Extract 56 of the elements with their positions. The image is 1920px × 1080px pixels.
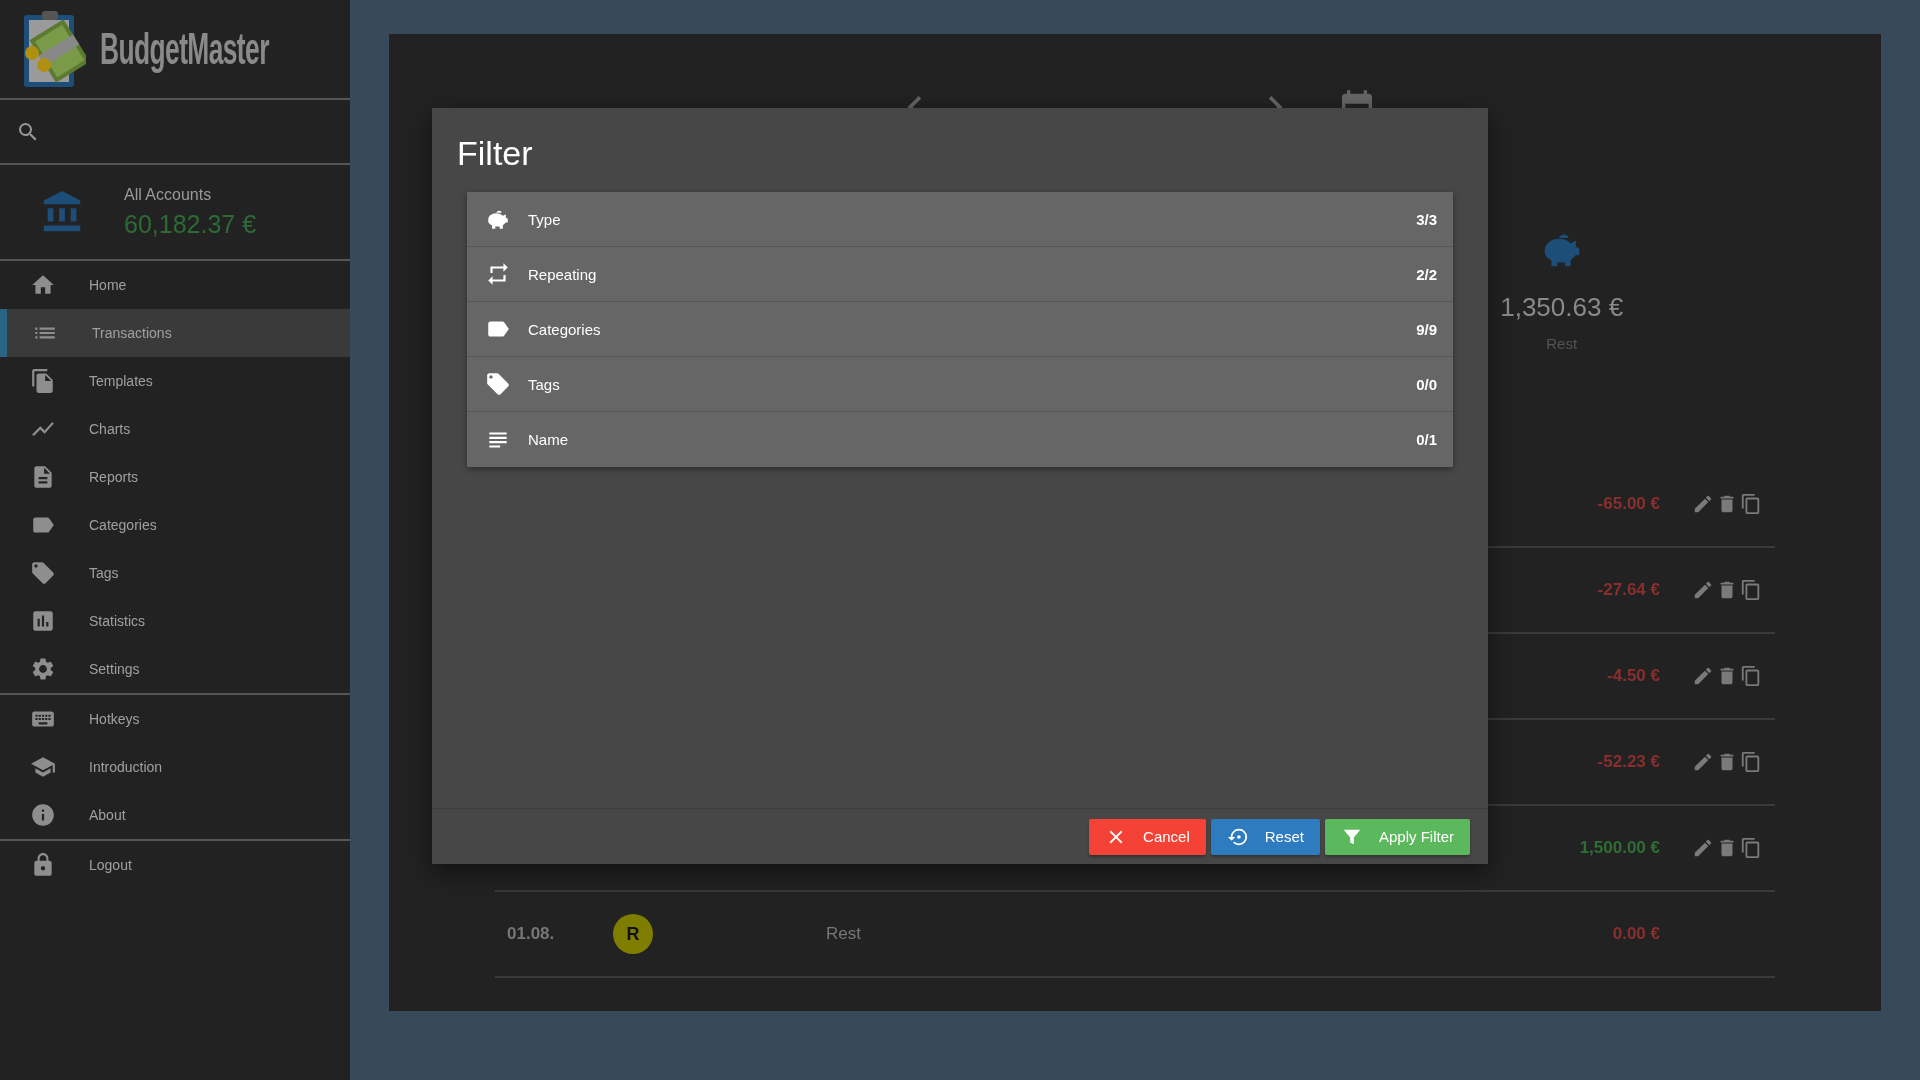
app-name: BudgetMaster: [100, 24, 269, 74]
copy-icon[interactable]: [1740, 665, 1762, 687]
amount-text: 0.00 €: [1612, 924, 1660, 944]
category-circle: R: [613, 914, 653, 954]
copy-icon[interactable]: [1740, 579, 1762, 601]
amount-text: -52.23 €: [1597, 752, 1660, 772]
nav-item[interactable]: Home: [0, 261, 350, 309]
filter-row[interactable]: Tags 0/0: [467, 357, 1453, 412]
reset-button[interactable]: Reset: [1210, 818, 1320, 855]
nav-item[interactable]: Statistics: [0, 597, 350, 645]
filter-row[interactable]: Type 3/3: [467, 192, 1453, 247]
repeat-icon: [485, 261, 511, 287]
rest-amount: 1,350.63 €: [1500, 292, 1624, 323]
account-balance: 60,182.37 €: [124, 209, 257, 239]
nav-item[interactable]: Introduction: [0, 743, 350, 791]
nav-item[interactable]: Logout: [0, 841, 350, 889]
amount-text: -27.64 €: [1597, 580, 1660, 600]
nav-item[interactable]: Templates: [0, 357, 350, 405]
filter-count: 3/3: [1416, 210, 1437, 228]
nav-item[interactable]: Tags: [0, 549, 350, 597]
edit-icon[interactable]: [1692, 665, 1714, 687]
copy-icon[interactable]: [1740, 751, 1762, 773]
transaction-name: Rest: [826, 924, 862, 944]
copy-icon[interactable]: [1740, 493, 1762, 515]
filter-count: 0/0: [1416, 375, 1437, 393]
info-icon: [30, 802, 56, 828]
filter-row[interactable]: Repeating 2/2: [467, 247, 1453, 302]
tag-icon: [485, 371, 511, 397]
amount-text: 1,500.00 €: [1579, 838, 1660, 858]
filter-count: 0/1: [1416, 431, 1437, 448]
nav-item[interactable]: About: [0, 791, 350, 839]
documents-icon: [30, 368, 56, 394]
copy-icon[interactable]: [1740, 837, 1762, 859]
tag-icon: [30, 560, 56, 586]
date-text: 01.08.: [507, 924, 555, 943]
account-name[interactable]: All Accounts: [124, 185, 257, 204]
amount-text: -65.00 €: [1597, 494, 1660, 514]
edit-icon[interactable]: [1692, 579, 1714, 601]
nav-item[interactable]: Charts: [0, 405, 350, 453]
bar-chart-icon: [30, 608, 56, 634]
cancel-button[interactable]: Cancel: [1089, 818, 1206, 855]
filter-row[interactable]: Name 0/1: [467, 412, 1453, 467]
settings-icon: [30, 656, 56, 682]
edit-icon[interactable]: [1692, 837, 1714, 859]
nav-item[interactable]: Transactions: [0, 309, 350, 357]
filter-row[interactable]: Categories 9/9: [467, 302, 1453, 357]
nav-item[interactable]: Settings: [0, 645, 350, 693]
edit-icon[interactable]: [1692, 751, 1714, 773]
nav-item[interactable]: Categories: [0, 501, 350, 549]
nav-item[interactable]: Reports: [0, 453, 350, 501]
filter-count: 2/2: [1416, 265, 1437, 283]
amount-text: -4.50 €: [1607, 666, 1660, 686]
dialog-title: Filter: [456, 133, 534, 168]
edit-icon[interactable]: [1692, 493, 1714, 515]
filter-count: 9/9: [1416, 320, 1437, 338]
nav-item[interactable]: Hotkeys: [0, 695, 350, 743]
